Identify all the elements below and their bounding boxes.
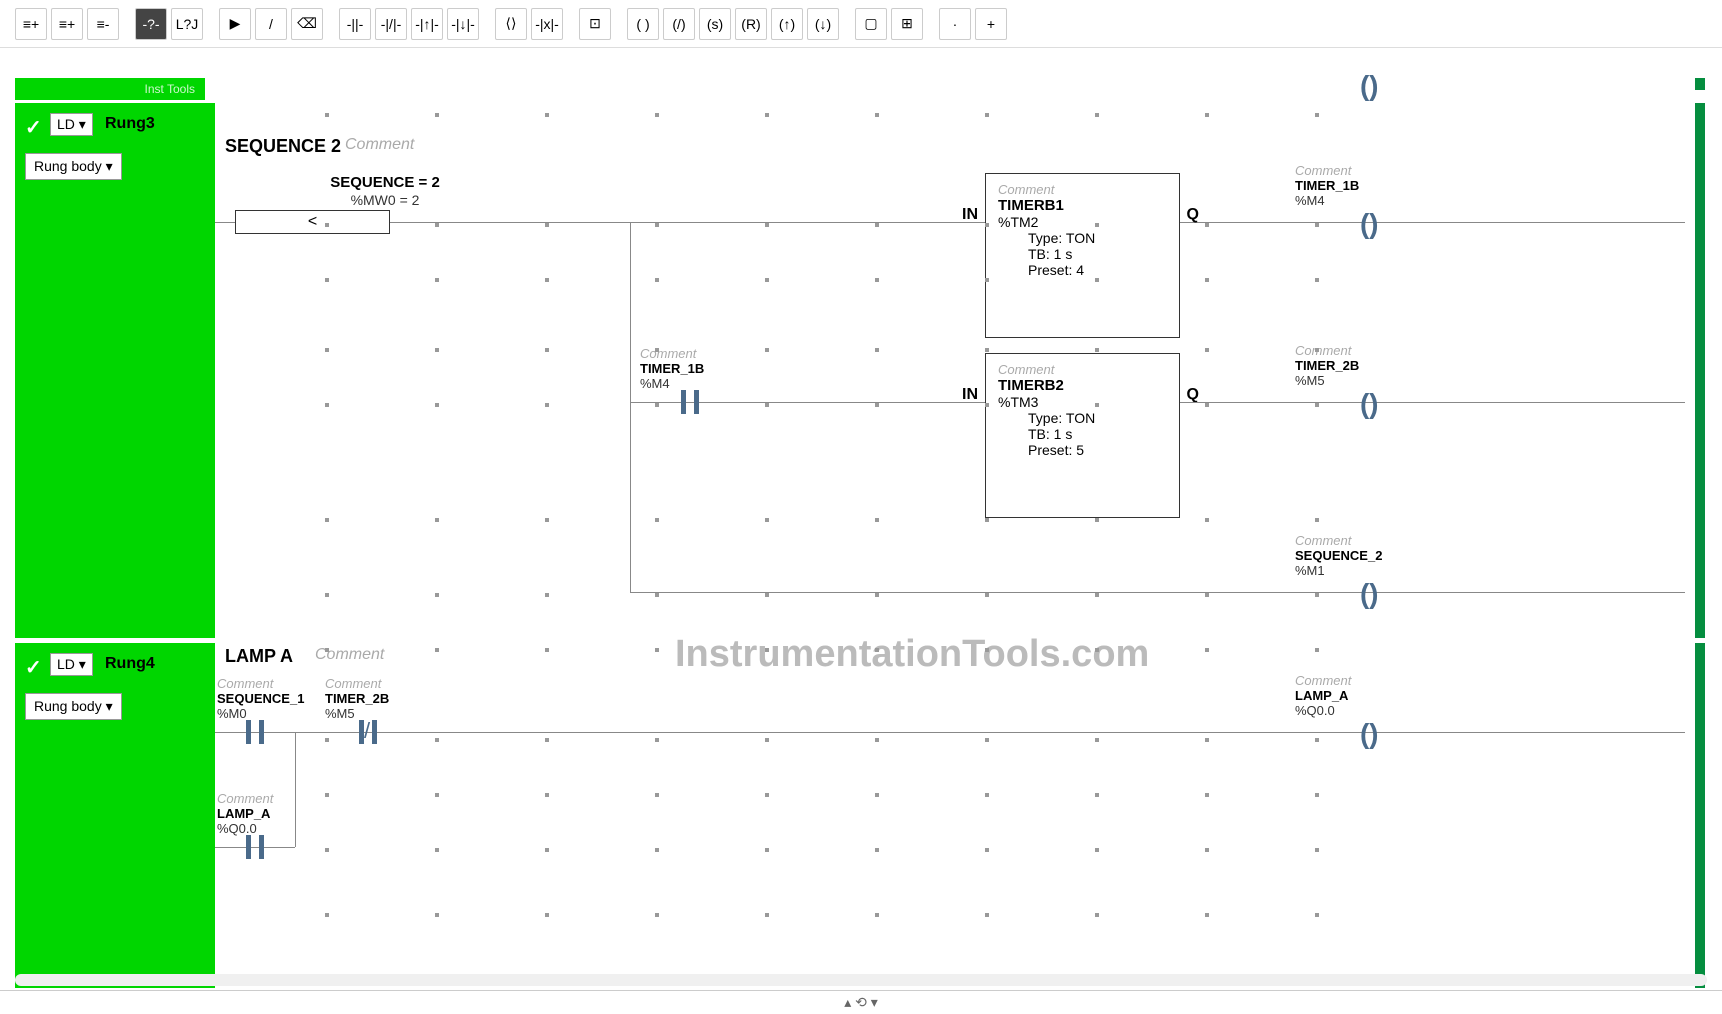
rung4-check-icon: ✓ [25,655,42,680]
tool-add-block[interactable]: ⊞ [891,8,923,40]
rung3-language-select[interactable]: LD ▾ [50,113,93,136]
tool-xor[interactable]: -|x|- [531,8,563,40]
watermark-small: Inst Tools [145,82,195,96]
ladder-canvas[interactable]: SEQUENCE 2 Comment SEQUENCE = 2 %MW0 = 2… [205,78,1705,988]
tool-more1[interactable]: · [939,8,971,40]
rung4-body-select[interactable]: Rung body ▾ [25,693,122,720]
tool-coil-rising[interactable]: (↑) [771,8,803,40]
tool-coil-reset[interactable]: (R) [735,8,767,40]
rung3-name[interactable]: Rung3 [105,115,155,133]
toolbar: ≡+ ≡+ ≡- -?- L?J ▶ / ⌫ -||- -|/|- -|↑|- … [0,0,1722,48]
tool-coil[interactable]: ( ) [627,8,659,40]
tool-contact-rising[interactable]: -|↑|- [411,8,443,40]
rung4-language-select[interactable]: LD ▾ [50,653,93,676]
tool-contact-nc[interactable]: -|/|- [375,8,407,40]
rung3-body-select[interactable]: Rung body ▾ [25,153,122,180]
tool-contact-no[interactable]: -||- [339,8,371,40]
rung3-sidebar[interactable]: ✓ LD ▾ Rung3 Rung body ▾ [15,103,205,638]
rung4-name[interactable]: Rung4 [105,655,155,673]
tool-erase[interactable]: ⌫ [291,8,323,40]
collapse-toggle[interactable]: ▴ ⟲ ▾ [844,994,878,1011]
tool-label[interactable]: L?J [171,8,203,40]
tool-coil-falling[interactable]: (↓) [807,8,839,40]
rung4-sidebar[interactable]: ✓ LD ▾ Rung4 Rung body ▾ [15,643,205,988]
tool-pointer[interactable]: ▶ [219,8,251,40]
tool-insert-rung-after[interactable]: ≡+ [51,8,83,40]
tool-insert-rung[interactable]: ≡+ [15,8,47,40]
tool-contact-falling[interactable]: -|↓|- [447,8,479,40]
tool-draw[interactable]: / [255,8,287,40]
grid-dots [205,78,1705,988]
main-canvas: Inst Tools ✓ LD ▾ Rung3 Rung body ▾ ✓ LD… [0,48,1722,988]
rung3-check-icon: ✓ [25,115,42,140]
tool-compare[interactable]: ⟨⟩ [495,8,527,40]
tool-operate[interactable]: ▢ [855,8,887,40]
bottom-collapse-bar[interactable]: ▴ ⟲ ▾ [0,990,1722,1014]
tool-delete-rung[interactable]: ≡- [87,8,119,40]
tool-coil-neg[interactable]: (/) [663,8,695,40]
tool-comment[interactable]: -?- [135,8,167,40]
rung-top-strip: Inst Tools [15,78,205,100]
tool-function-block[interactable]: ⊡ [579,8,611,40]
tool-more2[interactable]: + [975,8,1007,40]
horizontal-scrollbar[interactable] [15,974,1707,986]
tool-coil-set[interactable]: (s) [699,8,731,40]
